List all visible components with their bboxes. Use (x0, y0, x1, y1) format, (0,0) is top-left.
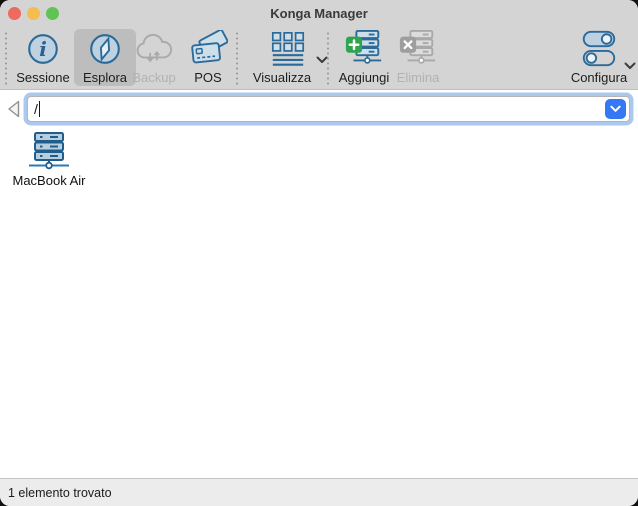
path-value: / (34, 101, 38, 117)
server-icon (10, 131, 88, 171)
toolbar-button-aggiungi[interactable]: Aggiungi (336, 29, 392, 86)
toolbar-button-visualizza[interactable]: Visualizza (248, 29, 328, 86)
toolbar-label: POS (194, 70, 221, 85)
toolbar-label: Elimina (397, 70, 440, 85)
combobox-dropdown-button[interactable] (605, 99, 626, 119)
chevron-down-icon[interactable] (624, 57, 636, 75)
text-cursor (39, 101, 41, 117)
toolbar-button-elimina[interactable]: Elimina (394, 29, 442, 86)
svg-text:i: i (39, 37, 47, 61)
window-chrome: Konga Manager i Sessione (0, 0, 638, 90)
file-item-label: MacBook Air (10, 173, 88, 188)
toolbar-label: Sessione (16, 70, 69, 85)
toolbar-button-sessione[interactable]: i Sessione (14, 29, 72, 86)
content-area: MacBook Air (0, 130, 638, 478)
toolbar-drag-handle (5, 31, 7, 85)
compass-icon (86, 29, 124, 69)
app-window: Konga Manager i Sessione (0, 0, 638, 506)
toolbar-button-backup[interactable]: Backup (127, 29, 181, 86)
toolbar-separator (236, 31, 238, 85)
toolbar: i Sessione Esplora (0, 26, 638, 89)
info-icon: i (24, 29, 62, 69)
toggles-icon (579, 29, 619, 69)
window-title: Konga Manager (0, 0, 638, 26)
toolbar-button-configura[interactable]: Configura (568, 29, 630, 86)
toolbar-label: Backup (132, 70, 175, 85)
cloud-backup-icon (133, 29, 175, 69)
grid-view-icon (269, 29, 307, 69)
toolbar-label: Configura (571, 70, 627, 85)
status-text: 1 elemento trovato (8, 486, 112, 500)
toolbar-label: Esplora (83, 70, 127, 85)
chevron-down-icon (610, 105, 621, 113)
path-combobox[interactable]: / (27, 96, 630, 122)
titlebar[interactable]: Konga Manager (0, 0, 638, 26)
list-item-macbook-air[interactable]: MacBook Air (10, 131, 88, 188)
toolbar-separator (327, 31, 329, 85)
toolbar-button-pos[interactable]: POS (184, 29, 232, 86)
server-remove-icon (398, 29, 438, 69)
server-add-icon (344, 29, 384, 69)
toolbar-label: Aggiungi (339, 70, 390, 85)
back-arrow-icon[interactable] (6, 99, 24, 119)
navigation-bar: / (0, 90, 638, 130)
status-bar: 1 elemento trovato (0, 478, 638, 506)
toolbar-label: Visualizza (253, 70, 311, 85)
credit-cards-icon (188, 29, 228, 69)
